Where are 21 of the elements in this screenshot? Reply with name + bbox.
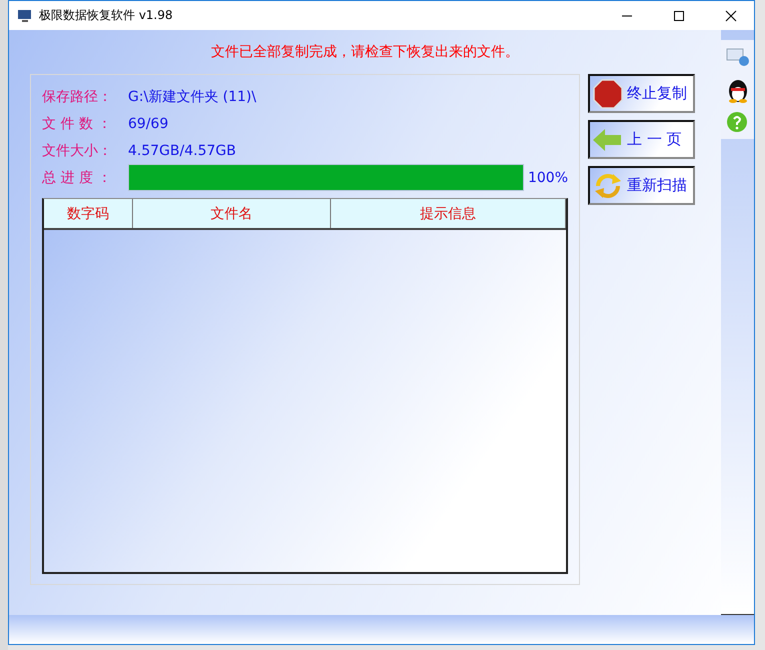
maximize-icon (673, 10, 685, 22)
left-arrow-icon (593, 128, 623, 152)
progress-label: 总 进 度 ： (42, 168, 112, 186)
close-icon (725, 10, 737, 22)
action-button[interactable]: 重新扫描 (588, 166, 695, 205)
stop-sign-icon (593, 78, 623, 108)
column-header: 文件名 (132, 199, 332, 228)
field-value: G:\新建文件夹 (11)\ (128, 88, 256, 106)
status-message: 文件已全部复制完成，请检查下恢复出来的文件。 (211, 43, 519, 61)
field-value: 69/69 (128, 116, 168, 132)
action-button[interactable]: 终止复制 (588, 74, 695, 113)
field-label: 文 件 数 ： (42, 114, 112, 132)
field-value: 4.57GB/4.57GB (128, 142, 236, 158)
field-label: 文件大小： (42, 142, 113, 160)
progress-reading: 100% (528, 170, 568, 186)
column-header: 提示信息 (331, 199, 566, 228)
column-header: 数字码 (44, 199, 132, 228)
window-title: 极限数据恢复软件 v1.98 (39, 7, 174, 24)
monitor-icon (17, 8, 33, 24)
field-label: 保存路径： (42, 88, 113, 106)
action-button[interactable]: 上 一 页 (588, 120, 695, 159)
